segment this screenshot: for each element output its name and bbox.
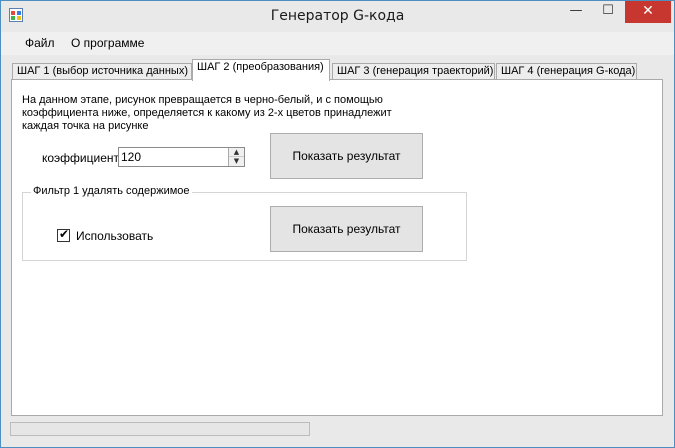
menu-bar: Файл О программе xyxy=(1,32,674,55)
spin-buttons: ▲ ▼ xyxy=(228,148,244,166)
minimize-button[interactable]: — xyxy=(561,1,591,23)
checkmark-icon: ✔ xyxy=(59,227,70,241)
title-bar[interactable]: Генератор G-кода — ☐ ✕ xyxy=(1,1,674,32)
coefficient-stepper[interactable]: ▲ ▼ xyxy=(118,147,245,167)
use-filter-checkbox[interactable]: ✔ xyxy=(57,227,70,242)
use-filter-label[interactable]: Использовать xyxy=(76,229,153,243)
filter-show-result-button[interactable]: Показать результат xyxy=(270,206,423,252)
description-line: На данном этапе, рисунок превращается в … xyxy=(22,94,383,106)
menu-file[interactable]: Файл xyxy=(25,36,55,50)
tab-strip: ШАГ 1 (выбор источника данных) ШАГ 2 (пр… xyxy=(1,57,674,81)
close-button[interactable]: ✕ xyxy=(625,1,671,23)
spin-down-icon[interactable]: ▼ xyxy=(229,157,244,166)
coefficient-input[interactable] xyxy=(121,149,229,165)
tab-step2[interactable]: ШАГ 2 (преобразования) xyxy=(192,59,330,81)
description-line: каждая точка на рисунке xyxy=(22,120,149,132)
filter-group-title: Фильтр 1 удалять содержимое xyxy=(31,185,192,197)
progress-bar xyxy=(10,422,310,436)
description-line: коэффициента ниже, определяется к какому… xyxy=(22,107,392,119)
menu-about[interactable]: О программе xyxy=(71,36,144,50)
spin-up-icon[interactable]: ▲ xyxy=(229,148,244,157)
tab-step3[interactable]: ШАГ 3 (генерация траекторий) xyxy=(332,63,495,79)
tab-step1[interactable]: ШАГ 1 (выбор источника данных) xyxy=(12,63,192,79)
coefficient-label: коэффициент xyxy=(42,151,120,165)
maximize-button[interactable]: ☐ xyxy=(593,1,623,23)
step-description: На данном этапе, рисунок превращается в … xyxy=(22,94,422,133)
show-result-button[interactable]: Показать результат xyxy=(270,133,423,179)
main-window: Генератор G-кода — ☐ ✕ Файл О программе … xyxy=(0,0,675,448)
tab-step4[interactable]: ШАГ 4 (генерация G-кода) xyxy=(496,63,637,79)
